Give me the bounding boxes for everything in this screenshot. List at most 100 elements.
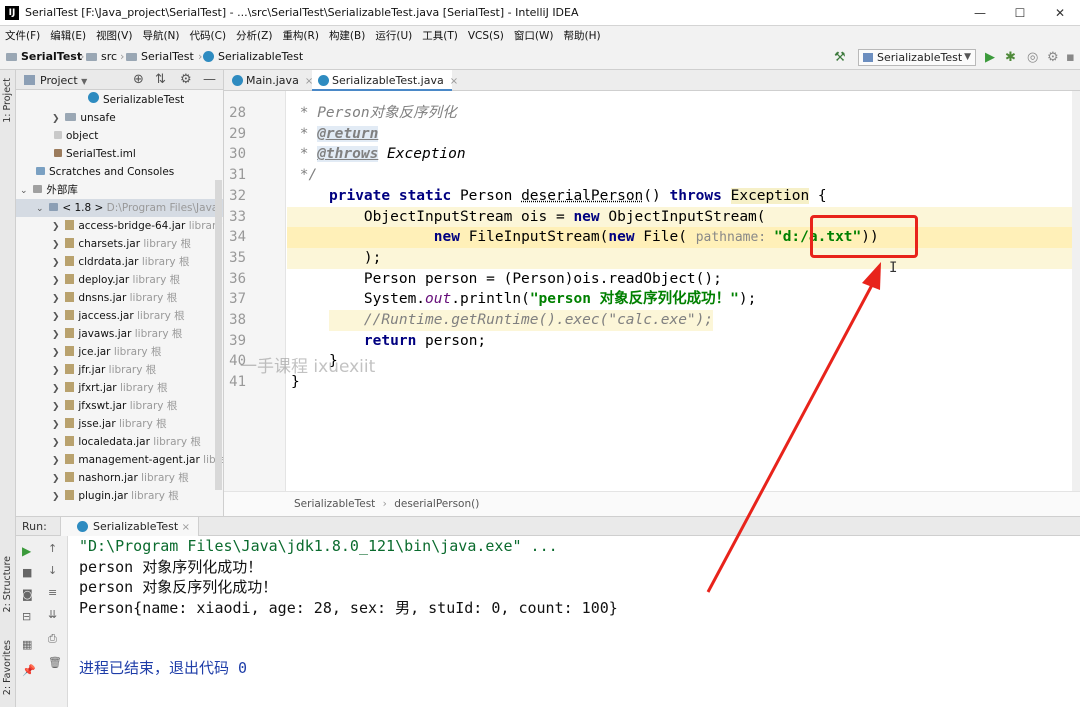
run-icon[interactable]: ▶	[985, 51, 995, 64]
tree-item[interactable]: ❯ jfxrt.jar library 根	[16, 379, 223, 398]
chevron-right-icon[interactable]: ❯	[52, 470, 62, 488]
console-output[interactable]: "D:\Program Files\Java\jdk1.8.0_121\bin\…	[68, 536, 1080, 707]
menu-run[interactable]: 运行(U)	[370, 28, 417, 43]
scroll-down-icon[interactable]: ↓	[48, 564, 57, 577]
chevron-right-icon[interactable]: ❯	[52, 290, 62, 308]
editor-scrollbar[interactable]	[1072, 91, 1080, 491]
code-editor[interactable]: * Person对象反序列化 * @return * @throws Excep…	[287, 91, 1080, 491]
debug-icon[interactable]: ✱	[1005, 51, 1016, 64]
hide-icon[interactable]: —	[203, 72, 216, 87]
chevron-right-icon[interactable]: ❯	[52, 362, 62, 380]
breadcrumb-method[interactable]: deserialPerson()	[394, 498, 479, 510]
minimize-button[interactable]: —	[960, 0, 1000, 26]
menu-file[interactable]: 文件(F)	[0, 28, 45, 43]
tree-item[interactable]: ❯ jaccess.jar library 根	[16, 307, 223, 326]
collapse-icon[interactable]: ⇅	[155, 72, 166, 87]
run-configuration-select[interactable]: SerializableTest ▼	[858, 49, 976, 66]
chevron-down-icon[interactable]: ⌄	[20, 182, 30, 200]
gear-icon[interactable]: ⚙	[180, 72, 192, 87]
tree-item[interactable]: Scratches and Consoles	[16, 163, 223, 181]
run-tab-serializabletest[interactable]: SerializableTest ×	[60, 517, 200, 536]
menu-vcs[interactable]: VCS(S)	[463, 30, 509, 42]
scroll-up-icon[interactable]: ↑	[48, 542, 57, 555]
tree-item[interactable]: ❯ deploy.jar library 根	[16, 271, 223, 290]
tree-item[interactable]: ❯ jfxswt.jar library 根	[16, 397, 223, 416]
menu-tools[interactable]: 工具(T)	[417, 28, 463, 43]
tree-item[interactable]: SerializableTest	[16, 91, 223, 109]
close-icon[interactable]: ×	[450, 76, 458, 87]
tree-item[interactable]: ❯ jce.jar library 根	[16, 343, 223, 362]
menu-code[interactable]: 代码(C)	[185, 28, 232, 43]
nav-crumb-class[interactable]: SerializableTest	[203, 50, 303, 63]
tree-item[interactable]: ❯ nashorn.jar library 根	[16, 469, 223, 488]
tree-item[interactable]: ❯ management-agent.jar libra	[16, 451, 223, 470]
restore-layout-icon[interactable]: ⊟	[22, 610, 31, 623]
tree-item[interactable]: ❯ localedata.jar library 根	[16, 433, 223, 452]
chevron-right-icon[interactable]: ❯	[52, 488, 62, 506]
project-view-select[interactable]: Project ▼	[40, 74, 87, 87]
tool-tab-project[interactable]: 1: Project	[2, 78, 13, 123]
chevron-right-icon[interactable]: ❯	[52, 398, 62, 416]
scroll-to-end-icon[interactable]: ⇊	[48, 608, 57, 621]
tree-item[interactable]: ⌄ < 1.8 > D:\Program Files\Java\	[16, 199, 223, 218]
pin-icon[interactable]: 📌	[22, 664, 36, 677]
camera-icon[interactable]: ◙	[22, 588, 33, 601]
tree-item[interactable]: SerialTest.iml	[16, 145, 223, 163]
chevron-right-icon[interactable]: ❯	[52, 272, 62, 290]
tool-tab-favorites[interactable]: 2: Favorites	[2, 640, 13, 695]
tab-serializabletest-java[interactable]: SerializableTest.java ×	[312, 70, 458, 91]
breadcrumb-class[interactable]: SerializableTest	[294, 498, 375, 510]
chevron-right-icon[interactable]: ❯	[52, 326, 62, 344]
tree-item[interactable]: ❯ unsafe	[16, 109, 223, 128]
menu-build[interactable]: 构建(B)	[324, 28, 370, 43]
close-icon[interactable]: ×	[182, 522, 190, 533]
hammer-icon[interactable]: ⚒	[834, 51, 846, 64]
layout-icon[interactable]: ▦	[22, 638, 32, 651]
menu-edit[interactable]: 编辑(E)	[45, 28, 91, 43]
chevron-right-icon[interactable]: ❯	[52, 380, 62, 398]
project-scrollbar[interactable]	[215, 180, 222, 490]
nav-crumb-project[interactable]: SerialTest	[6, 50, 82, 63]
tree-item[interactable]: ❯ javaws.jar library 根	[16, 325, 223, 344]
chevron-right-icon[interactable]: ❯	[52, 416, 62, 434]
tab-main-java[interactable]: Main.java ×	[226, 70, 313, 91]
menu-navigate[interactable]: 导航(N)	[137, 28, 184, 43]
close-button[interactable]: ✕	[1040, 0, 1080, 26]
menu-analyze[interactable]: 分析(Z)	[231, 28, 277, 43]
chevron-right-icon[interactable]: ❯	[52, 110, 62, 128]
nav-crumb-src[interactable]: src	[86, 50, 117, 63]
chevron-right-icon[interactable]: ❯	[52, 452, 62, 470]
profile-icon[interactable]: ⚙	[1047, 51, 1059, 64]
maximize-button[interactable]: ☐	[1000, 0, 1040, 26]
soft-wrap-icon[interactable]: ≡	[48, 586, 57, 599]
menu-refactor[interactable]: 重构(R)	[277, 28, 324, 43]
chevron-right-icon[interactable]: ❯	[52, 218, 62, 236]
chevron-right-icon[interactable]: ❯	[52, 308, 62, 326]
menu-window[interactable]: 窗口(W)	[509, 28, 559, 43]
stop-icon[interactable]: ■	[22, 566, 32, 579]
tree-item[interactable]: ❯ jfr.jar library 根	[16, 361, 223, 380]
print-icon[interactable]: ⎙	[48, 632, 57, 646]
tree-item[interactable]: ❯ access-bridge-64.jar library	[16, 217, 223, 236]
trash-icon[interactable]: 🗑	[48, 656, 62, 669]
menu-help[interactable]: 帮助(H)	[558, 28, 605, 43]
tree-item[interactable]: ❯ charsets.jar library 根	[16, 235, 223, 254]
menu-view[interactable]: 视图(V)	[91, 28, 137, 43]
tree-item[interactable]: ❯ plugin.jar library 根	[16, 487, 223, 506]
chevron-right-icon[interactable]: ❯	[52, 344, 62, 362]
locate-icon[interactable]: ⊕	[133, 72, 144, 87]
chevron-right-icon[interactable]: ❯	[52, 434, 62, 452]
tree-item[interactable]: ❯ dnsns.jar library 根	[16, 289, 223, 308]
coverage-icon[interactable]: ◎	[1027, 51, 1038, 64]
chevron-right-icon[interactable]: ❯	[52, 236, 62, 254]
tree-item[interactable]: object	[16, 127, 223, 145]
tree-item[interactable]: ⌄ 外部库	[16, 181, 223, 200]
rerun-icon[interactable]: ▶	[22, 544, 31, 558]
tree-item[interactable]: ❯ jsse.jar library 根	[16, 415, 223, 434]
chevron-right-icon[interactable]: ❯	[52, 254, 62, 272]
tree-item[interactable]: ❯ cldrdata.jar library 根	[16, 253, 223, 272]
nav-crumb-package[interactable]: SerialTest	[126, 50, 194, 63]
tool-tab-structure[interactable]: 2: Structure	[2, 556, 13, 612]
chevron-down-icon[interactable]: ⌄	[36, 200, 46, 218]
stop-icon[interactable]: ▪	[1066, 51, 1075, 64]
